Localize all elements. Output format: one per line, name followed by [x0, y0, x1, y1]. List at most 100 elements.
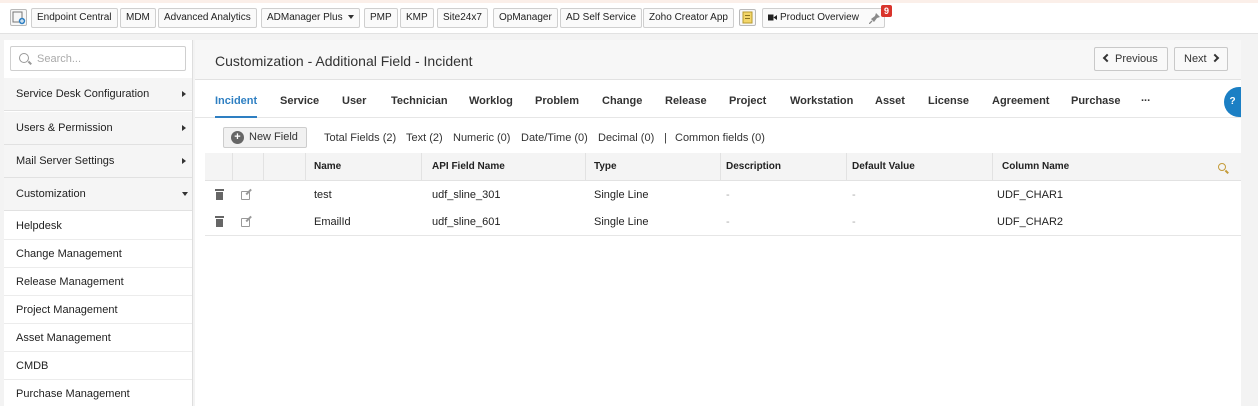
- pmp-button[interactable]: PMP: [364, 8, 398, 28]
- column-divider: [846, 153, 847, 181]
- filter-bar: + New Field Total Fields (2) Text (2) Num…: [195, 125, 1241, 151]
- filter-decimal[interactable]: Decimal (0): [598, 132, 654, 144]
- page-header: Customization - Additional Field - Incid…: [195, 40, 1241, 80]
- opmanager-button[interactable]: OpManager: [493, 8, 558, 28]
- sidebar-subitem-project-management[interactable]: Project Management: [4, 296, 192, 324]
- tab-license[interactable]: License: [928, 81, 969, 118]
- cell-api-field-name: udf_sline_601: [432, 216, 501, 228]
- column-divider: [585, 153, 586, 181]
- sidebar-subitem-cmdb[interactable]: CMDB: [4, 352, 192, 380]
- sidebar-item-customization[interactable]: Customization: [4, 178, 192, 211]
- ad-self-service-button[interactable]: AD Self Service: [560, 8, 643, 28]
- tab-agreement[interactable]: Agreement: [992, 81, 1049, 118]
- tab-purchase[interactable]: Purchase: [1071, 81, 1121, 118]
- tab-more-icon[interactable]: ...: [1141, 81, 1150, 118]
- tab-asset[interactable]: Asset: [875, 81, 905, 118]
- filter-common-fields[interactable]: Common fields (0): [675, 132, 765, 144]
- cell-type: Single Line: [594, 216, 649, 228]
- chevron-right-icon: [1210, 53, 1219, 63]
- sidebar-item-service-desk-configuration[interactable]: Service Desk Configuration: [4, 78, 192, 111]
- zoho-creator-app-button[interactable]: Zoho Creator App: [643, 8, 734, 28]
- cell-default-value: -: [852, 216, 856, 228]
- search-input[interactable]: [37, 50, 177, 68]
- add-app-icon[interactable]: [10, 9, 27, 26]
- tab-problem[interactable]: Problem: [535, 81, 579, 118]
- tab-workstation[interactable]: Workstation: [790, 81, 853, 118]
- admanager-plus-label: ADManager Plus: [267, 12, 343, 23]
- cell-api-field-name: udf_sline_301: [432, 189, 501, 201]
- column-header-column-name[interactable]: Column Name: [1002, 153, 1069, 181]
- edit-icon[interactable]: [241, 191, 250, 200]
- tab-user[interactable]: User: [342, 81, 366, 118]
- chevron-down-icon: [182, 192, 188, 196]
- product-overview-button[interactable]: Product Overview: [762, 8, 885, 28]
- tab-incident[interactable]: Incident: [215, 81, 258, 118]
- table-row: test udf_sline_301 Single Line - - UDF_C…: [205, 181, 1241, 209]
- mdm-button[interactable]: MDM: [120, 8, 156, 28]
- cell-description: -: [726, 216, 730, 228]
- next-button[interactable]: Next: [1174, 47, 1228, 71]
- column-divider: [720, 153, 721, 181]
- edit-icon[interactable]: [241, 218, 250, 227]
- cell-column-name: UDF_CHAR2: [997, 216, 1064, 228]
- sidebar-item-label: Mail Server Settings: [16, 155, 115, 167]
- top-toolbar: Endpoint Central MDM Advanced Analytics …: [0, 0, 1258, 34]
- main-content: Customization - Additional Field - Incid…: [195, 40, 1241, 406]
- column-header-type[interactable]: Type: [594, 153, 617, 181]
- previous-button[interactable]: Previous: [1094, 47, 1168, 71]
- tab-technician[interactable]: Technician: [391, 81, 448, 118]
- column-divider: [421, 153, 422, 181]
- sidebar-subitem-asset-management[interactable]: Asset Management: [4, 324, 192, 352]
- notification-badge[interactable]: 9: [881, 5, 892, 17]
- sidebar-subitem-purchase-management[interactable]: Purchase Management: [4, 380, 192, 406]
- sidebar-subitem-release-management[interactable]: Release Management: [4, 268, 192, 296]
- column-header-default-value[interactable]: Default Value: [852, 153, 915, 181]
- column-header-api-field-name[interactable]: API Field Name: [432, 153, 505, 181]
- previous-label: Previous: [1115, 53, 1158, 65]
- top-accent-strip: [0, 0, 1258, 3]
- chevron-left-icon: [1102, 53, 1112, 63]
- notes-icon[interactable]: [739, 9, 756, 26]
- table-row: EmailId udf_sline_601 Single Line - - UD…: [205, 208, 1241, 236]
- chevron-right-icon: [182, 91, 186, 97]
- filter-numeric[interactable]: Numeric (0): [453, 132, 510, 144]
- admanager-plus-dropdown[interactable]: ADManager Plus: [261, 8, 360, 28]
- sidebar-item-users-permission[interactable]: Users & Permission: [4, 112, 192, 145]
- fields-table-header: Name API Field Name Type Description Def…: [205, 153, 1241, 181]
- kmp-button[interactable]: KMP: [400, 8, 434, 28]
- sidebar-item-mail-server-settings[interactable]: Mail Server Settings: [4, 145, 192, 178]
- tab-release[interactable]: Release: [665, 81, 707, 118]
- tab-project[interactable]: Project: [729, 81, 766, 118]
- filter-text[interactable]: Text (2): [406, 132, 443, 144]
- cell-name: test: [314, 189, 332, 201]
- tab-worklog[interactable]: Worklog: [469, 81, 513, 118]
- page-title: Customization - Additional Field - Incid…: [215, 53, 473, 69]
- filter-separator: |: [664, 132, 667, 144]
- column-header-name[interactable]: Name: [314, 153, 341, 181]
- filter-date-time[interactable]: Date/Time (0): [521, 132, 588, 144]
- module-tabs: Incident Service User Technician Worklog…: [195, 81, 1241, 118]
- endpoint-central-button[interactable]: Endpoint Central: [31, 8, 118, 28]
- column-divider: [263, 153, 264, 181]
- next-label: Next: [1184, 53, 1207, 65]
- search-icon[interactable]: [1218, 163, 1226, 171]
- filter-total-fields[interactable]: Total Fields (2): [324, 132, 396, 144]
- advanced-analytics-button[interactable]: Advanced Analytics: [158, 8, 257, 28]
- site24x7-button[interactable]: Site24x7: [437, 8, 488, 28]
- chevron-right-icon: [182, 125, 186, 131]
- sidebar-subitem-helpdesk[interactable]: Helpdesk: [4, 212, 192, 240]
- column-header-description[interactable]: Description: [726, 153, 781, 181]
- pin-icon[interactable]: [869, 13, 880, 24]
- trash-icon[interactable]: [215, 216, 224, 227]
- sidebar: Service Desk Configuration Users & Permi…: [4, 40, 193, 406]
- chevron-right-icon: [182, 158, 186, 164]
- column-divider: [232, 153, 233, 181]
- tab-change[interactable]: Change: [602, 81, 642, 118]
- product-overview-label: Product Overview: [780, 12, 859, 23]
- sidebar-subitem-change-management[interactable]: Change Management: [4, 240, 192, 268]
- trash-icon[interactable]: [215, 189, 224, 200]
- sidebar-item-label: Users & Permission: [16, 122, 113, 134]
- new-field-button[interactable]: + New Field: [223, 127, 307, 148]
- tab-service[interactable]: Service: [280, 81, 319, 118]
- sidebar-search[interactable]: [10, 46, 186, 71]
